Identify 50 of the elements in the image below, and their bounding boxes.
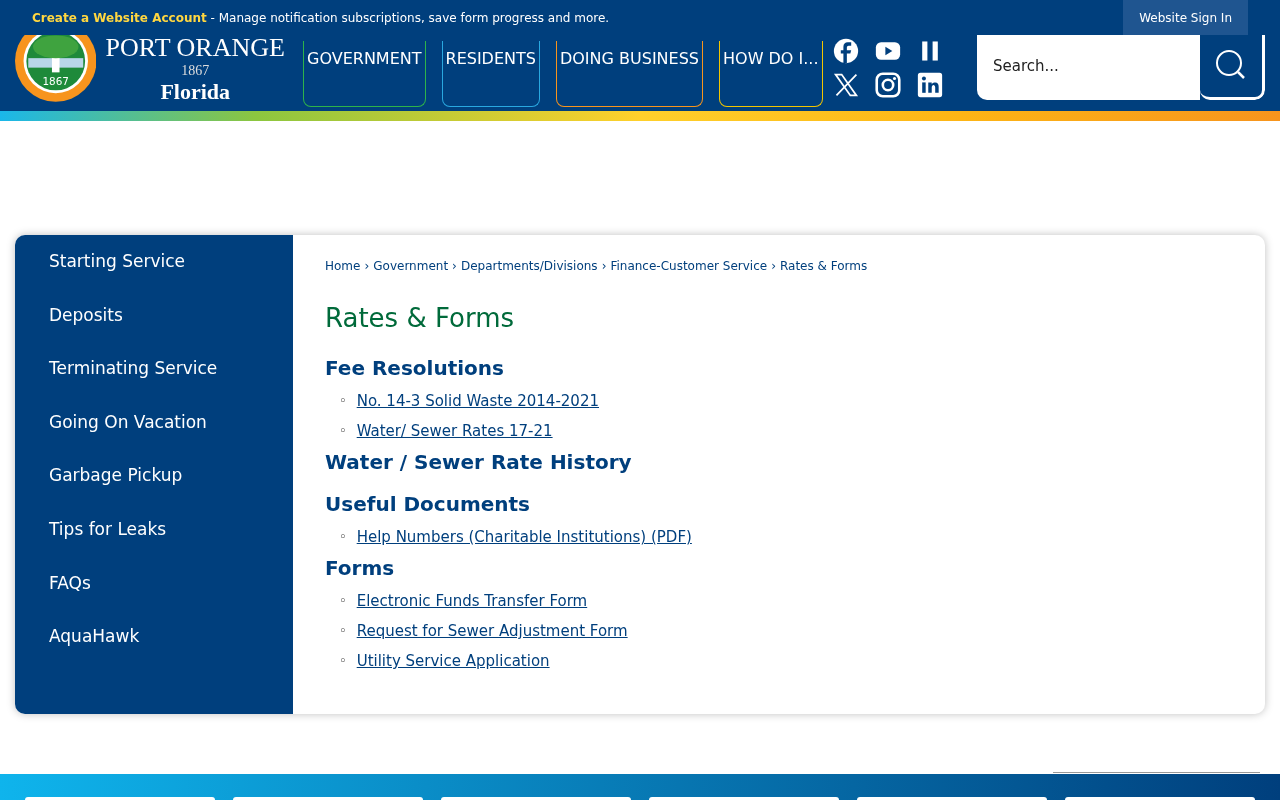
nav-tab[interactable]: DOING BUSINESS [555, 40, 703, 107]
breadcrumb-link[interactable]: Home [325, 259, 361, 273]
breadcrumb-separator: › [452, 259, 457, 273]
breadcrumb-link[interactable]: Finance-Customer Service [610, 259, 768, 273]
sidebar-link[interactable]: Starting Service [15, 249, 293, 303]
search-button[interactable] [1200, 33, 1265, 100]
breadcrumb-link[interactable]: Rates & Forms [779, 259, 868, 273]
bullet-marker: ◦ [339, 528, 347, 547]
section-heading: Forms [325, 556, 396, 581]
section-heading: Fee Resolutions [325, 356, 505, 381]
document-link[interactable]: No. 14-3 Solid Waste 2014-2021 [356, 386, 599, 417]
sidebar-link[interactable]: Deposits [15, 302, 293, 357]
breadcrumb-separator: › [601, 259, 607, 273]
sidebar-link[interactable]: Going On Vacation [15, 409, 293, 464]
facebook-icon[interactable] [832, 37, 859, 64]
section-heading: Water / Sewer Rate History [325, 450, 633, 475]
document-link[interactable]: Request for Sewer Adjustment Form [356, 616, 628, 647]
logo-year: 1867 [180, 63, 211, 78]
logo-state: Florida [159, 80, 232, 103]
breadcrumb-link[interactable]: Government [373, 259, 449, 273]
account-link[interactable]: Create a Website Account [32, 10, 207, 25]
breadcrumb-link[interactable]: Departments/Divisions [460, 259, 598, 273]
linkedin-icon[interactable] [916, 71, 943, 98]
nav-tab[interactable]: RESIDENTS [441, 40, 540, 107]
bullet-marker: ◦ [339, 592, 347, 611]
sidebar-link[interactable]: Garbage Pickup [15, 463, 293, 517]
banner-text: - Manage notification subscriptions, save form progress and more. [209, 10, 610, 25]
document-link[interactable]: Utility Service Application [356, 646, 550, 677]
document-link[interactable]: Electronic Funds Transfer Form [356, 586, 588, 617]
breadcrumb-separator: › [771, 259, 776, 273]
bullet-marker: ◦ [339, 652, 347, 671]
document-link[interactable]: Water/ Sewer Rates 17-21 [356, 416, 553, 447]
bullet-marker: ◦ [339, 392, 347, 411]
bullet-marker: ◦ [339, 622, 347, 641]
bullet-marker: ◦ [339, 422, 347, 441]
logo-name: PORT ORANGE [104, 34, 286, 61]
search-field[interactable]: Search... [977, 33, 1200, 100]
section-heading: Useful Documents [325, 492, 531, 517]
page-title: Rates & Forms [325, 303, 515, 335]
sign-in-button[interactable]: Website Sign In [1123, 0, 1248, 35]
nav-tab[interactable]: HOW DO I... [719, 40, 823, 107]
sidebar-link[interactable]: Terminating Service [15, 356, 293, 410]
breadcrumb-separator: › [364, 259, 370, 273]
document-link[interactable]: Help Numbers (Charitable Institutions) (PDF) [356, 522, 692, 553]
sidebar-link[interactable]: AquaHawk [15, 624, 293, 678]
sidebar-link[interactable]: Tips for Leaks [15, 516, 293, 571]
x-icon[interactable] [832, 71, 859, 98]
sidebar-link[interactable]: FAQs [15, 570, 293, 625]
instagram-icon[interactable] [874, 71, 901, 98]
nav-tab[interactable]: GOVERNMENT [303, 40, 426, 107]
